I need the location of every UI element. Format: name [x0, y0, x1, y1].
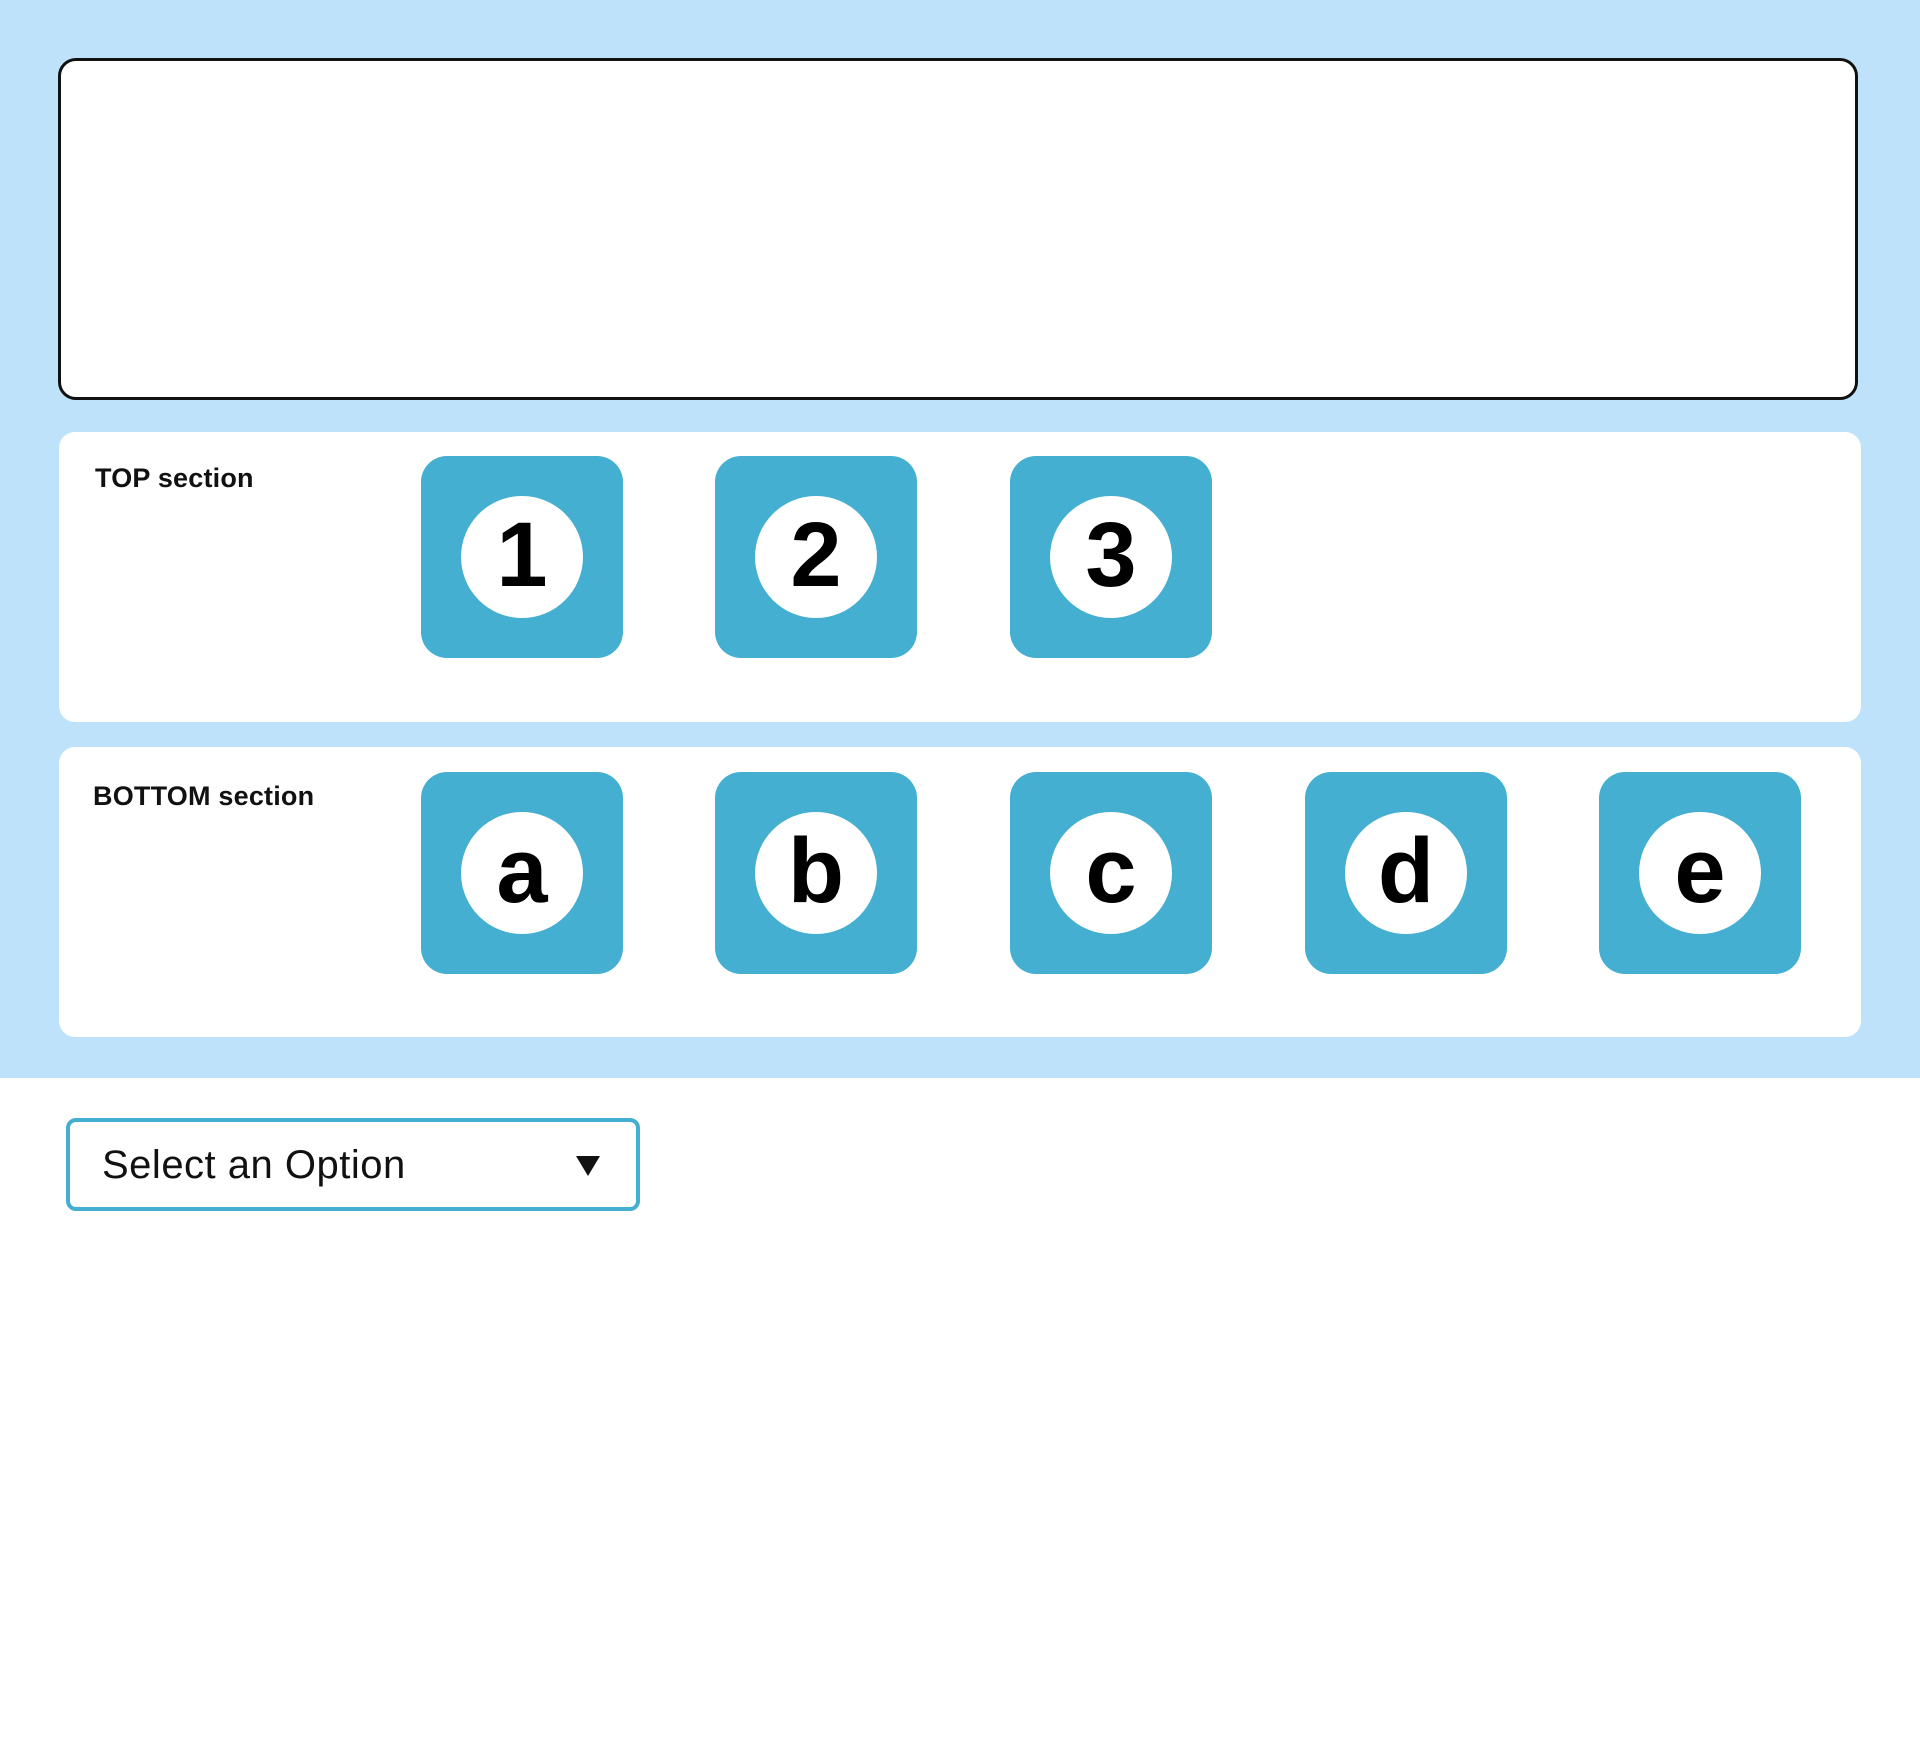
tile-glyph: c — [1085, 820, 1137, 922]
tile-glyph: 1 — [496, 504, 548, 606]
tile-circle: c — [1050, 812, 1172, 934]
top-band: TOP section 1 2 3 BOTTOM section a b c d… — [0, 0, 1920, 1078]
caret-down-icon — [576, 1156, 600, 1176]
tile-a[interactable]: a — [421, 772, 623, 974]
tile-circle: d — [1345, 812, 1467, 934]
top-section-label: TOP section — [95, 463, 254, 493]
tile-e[interactable]: e — [1599, 772, 1801, 974]
bottom-section-label: BOTTOM section — [93, 781, 315, 811]
tile-3[interactable]: 3 — [1010, 456, 1212, 658]
tile-2[interactable]: 2 — [715, 456, 917, 658]
answer-display-box — [58, 58, 1858, 400]
tile-1[interactable]: 1 — [421, 456, 623, 658]
bottom-section-panel: BOTTOM section a b c d e — [59, 747, 1861, 1037]
tile-glyph: a — [496, 820, 548, 922]
tile-d[interactable]: d — [1305, 772, 1507, 974]
tile-glyph: e — [1674, 820, 1726, 922]
tile-circle: b — [755, 812, 877, 934]
tile-circle: a — [461, 812, 583, 934]
tile-c[interactable]: c — [1010, 772, 1212, 974]
tile-circle: 3 — [1050, 496, 1172, 618]
tile-glyph: b — [787, 820, 845, 922]
tile-glyph: 2 — [790, 504, 842, 606]
tile-b[interactable]: b — [715, 772, 917, 974]
option-select-value: Select an Option — [102, 1143, 406, 1187]
option-select[interactable]: Select an Option — [66, 1118, 640, 1211]
top-section-panel: TOP section 1 2 3 — [59, 432, 1861, 722]
tile-circle: 2 — [755, 496, 877, 618]
tile-glyph: d — [1377, 820, 1435, 922]
tile-circle: e — [1639, 812, 1761, 934]
tile-glyph: 3 — [1085, 504, 1137, 606]
tile-circle: 1 — [461, 496, 583, 618]
